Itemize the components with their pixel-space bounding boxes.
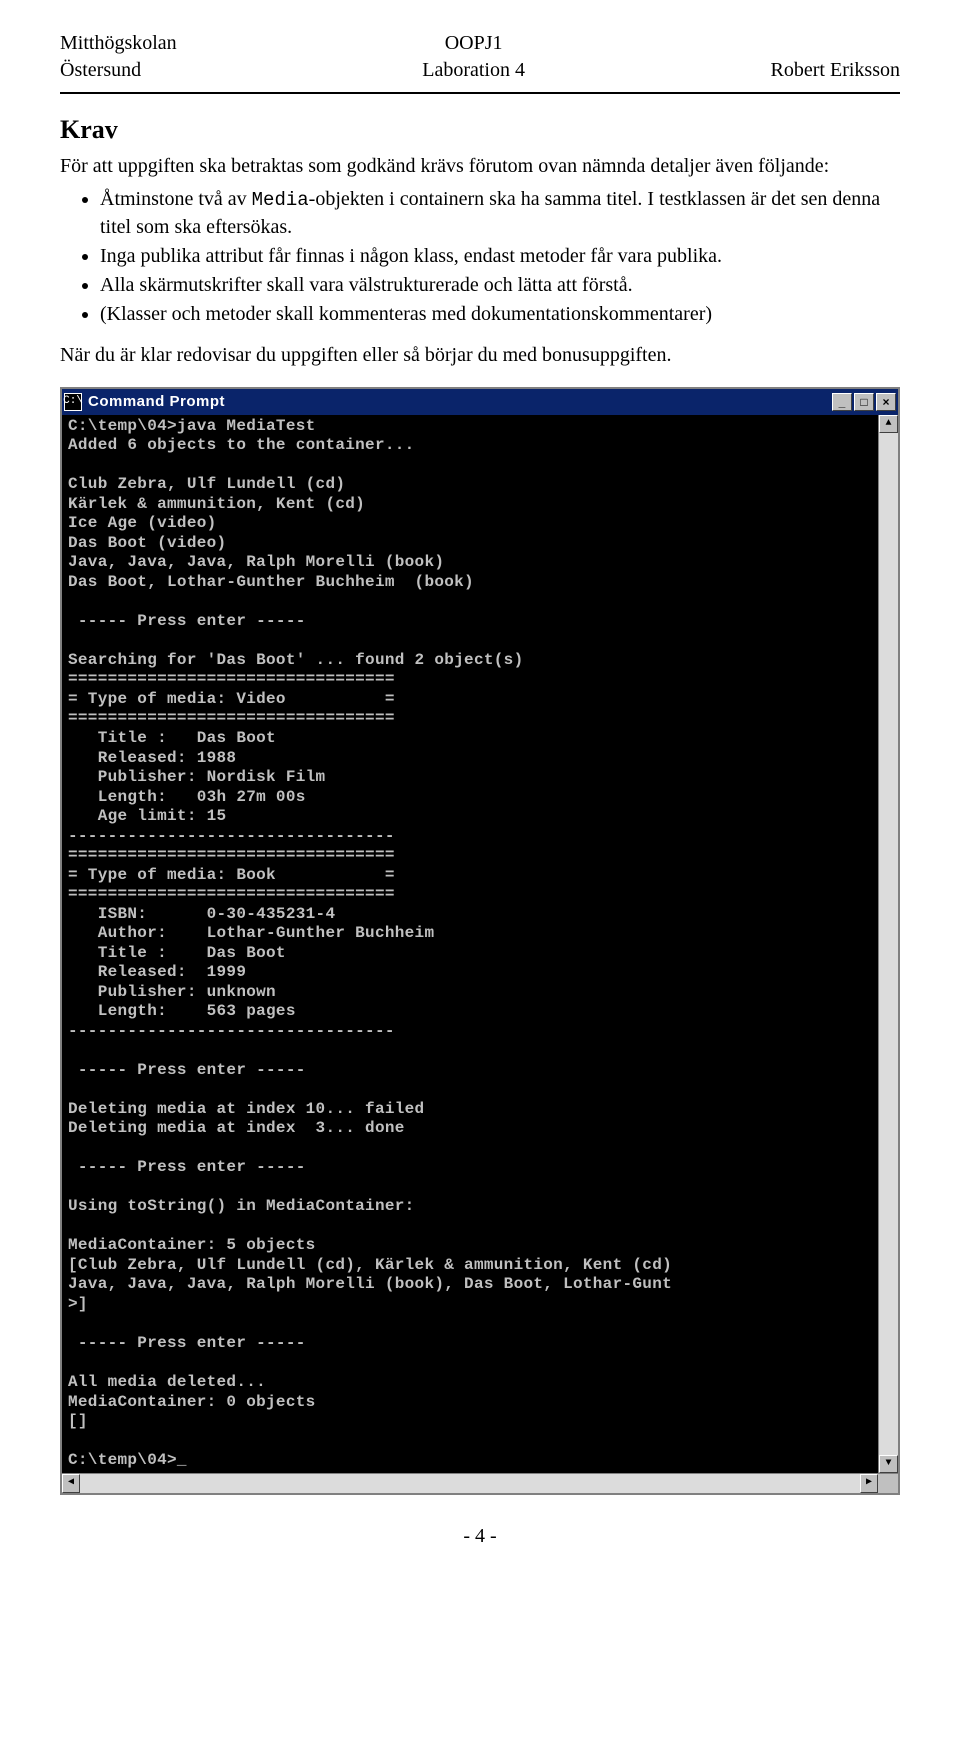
scroll-down-icon[interactable]: ▼ (879, 1455, 898, 1473)
requirements-list: Åtminstone två av Media-objekten i conta… (60, 186, 900, 328)
list-item: Inga publika attribut får finnas i någon… (100, 243, 900, 270)
school-city: Östersund (60, 57, 177, 84)
scroll-up-icon[interactable]: ▲ (879, 415, 898, 433)
scroll-corner (878, 1474, 898, 1493)
scroll-track[interactable] (879, 433, 898, 1455)
page-number: - 4 - (60, 1523, 900, 1550)
scroll-track[interactable] (80, 1474, 860, 1493)
window-title: Command Prompt (88, 392, 832, 412)
lab-name: Laboration 4 (422, 57, 525, 84)
vertical-scrollbar[interactable]: ▲ ▼ (878, 415, 898, 1473)
closing-paragraph: När du är klar redovisar du uppgiften el… (60, 342, 900, 369)
code-literal: Media (252, 189, 309, 211)
window-titlebar[interactable]: C:\ Command Prompt _ □ × (62, 389, 898, 415)
list-item: Åtminstone två av Media-objekten i conta… (100, 186, 900, 241)
course-code: OOPJ1 (422, 30, 525, 57)
close-button[interactable]: × (876, 393, 896, 411)
cmd-app-icon: C:\ (64, 393, 82, 411)
window-buttons: _ □ × (832, 393, 896, 411)
intro-paragraph: För att uppgiften ska betraktas som godk… (60, 153, 900, 180)
running-header: Mitthögskolan Östersund OOPJ1 Laboration… (60, 30, 900, 84)
list-item: (Klasser och metoder skall kommenteras m… (100, 301, 900, 328)
header-divider (60, 92, 900, 94)
header-left: Mitthögskolan Östersund (60, 30, 177, 84)
maximize-button[interactable]: □ (854, 393, 874, 411)
list-item: Alla skärmutskrifter skall vara välstruk… (100, 272, 900, 299)
minimize-button[interactable]: _ (832, 393, 852, 411)
school-name: Mitthögskolan (60, 30, 177, 57)
horizontal-scrollbar[interactable]: ◀ ▶ (62, 1473, 898, 1493)
terminal-output[interactable]: C:\temp\04>java MediaTest Added 6 object… (62, 415, 878, 1473)
scroll-left-icon[interactable]: ◀ (62, 1474, 80, 1493)
header-right: Robert Eriksson (771, 30, 900, 84)
command-prompt-window: C:\ Command Prompt _ □ × C:\temp\04>java… (60, 387, 900, 1495)
author-name: Robert Eriksson (771, 57, 900, 84)
section-heading: Krav (60, 112, 900, 147)
scroll-right-icon[interactable]: ▶ (860, 1474, 878, 1493)
header-center: OOPJ1 Laboration 4 (422, 30, 525, 84)
